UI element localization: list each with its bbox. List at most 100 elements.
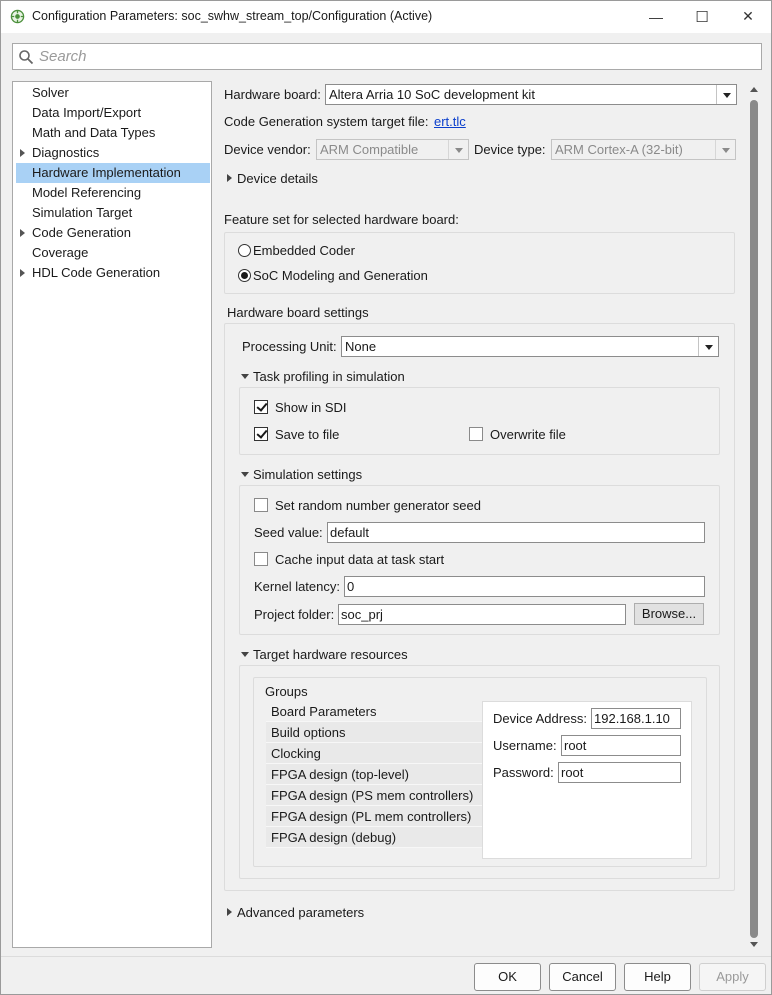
cancel-button[interactable]: Cancel <box>549 963 616 991</box>
username-field[interactable] <box>561 735 681 756</box>
task-profiling-title[interactable]: Task profiling in simulation <box>253 369 405 385</box>
random-seed-label[interactable]: Set random number generator seed <box>275 498 481 514</box>
simulation-settings-collapse-icon[interactable] <box>241 472 249 477</box>
device-details-expand-icon[interactable] <box>227 174 232 182</box>
overwrite-file-checkbox[interactable] <box>469 427 483 441</box>
window-title: Configuration Parameters: soc_swhw_strea… <box>32 9 433 23</box>
hardware-board-dropdown[interactable]: Altera Arria 10 SoC development kit <box>325 84 737 105</box>
chevron-down-icon[interactable] <box>715 140 735 159</box>
password-input[interactable] <box>561 764 676 781</box>
maximize-button[interactable]: ☐ <box>679 1 725 32</box>
feature-set-group <box>224 232 735 294</box>
search-input[interactable] <box>39 45 754 68</box>
cache-input-checkbox[interactable] <box>254 552 268 566</box>
expand-arrow-icon[interactable] <box>20 269 25 277</box>
maximize-icon: ☐ <box>695 8 709 26</box>
group-item-board-parameters[interactable]: Board Parameters <box>266 701 482 722</box>
chevron-down-icon[interactable] <box>448 140 468 159</box>
footer-separator <box>1 956 771 957</box>
apply-button[interactable]: Apply <box>699 963 766 991</box>
chevron-down-icon[interactable] <box>698 337 718 356</box>
tree-item-label: Model Referencing <box>32 185 142 200</box>
search-icon <box>19 50 34 65</box>
processing-unit-value: None <box>345 339 377 354</box>
device-vendor-label: Device vendor: <box>224 142 311 157</box>
tree-item-model-referencing[interactable]: Model Referencing <box>16 183 210 203</box>
simulation-settings-title[interactable]: Simulation settings <box>253 467 362 483</box>
seed-value-field[interactable] <box>327 522 705 543</box>
target-resources-title[interactable]: Target hardware resources <box>253 647 408 663</box>
task-profiling-collapse-icon[interactable] <box>241 374 249 379</box>
group-item-clocking[interactable]: Clocking <box>266 743 482 764</box>
show-in-sdi-label[interactable]: Show in SDI <box>275 400 347 416</box>
tree-item-math-and-data-types[interactable]: Math and Data Types <box>16 123 210 143</box>
scroll-down-icon[interactable] <box>750 942 758 947</box>
overwrite-file-label[interactable]: Overwrite file <box>490 427 566 443</box>
board-settings-title: Hardware board settings <box>227 305 369 320</box>
password-label: Password: <box>493 765 554 780</box>
tree-item-simulation-target[interactable]: Simulation Target <box>16 203 210 223</box>
tree-item-hardware-implementation[interactable]: Hardware Implementation <box>16 163 210 183</box>
tree-item-label: Diagnostics <box>32 145 100 160</box>
group-item-fpga-debug[interactable]: FPGA design (debug) <box>266 827 482 848</box>
password-field[interactable] <box>558 762 681 783</box>
chevron-down-icon[interactable] <box>716 85 736 104</box>
group-item-fpga-ps-mem[interactable]: FPGA design (PS mem controllers) <box>266 785 482 806</box>
expand-arrow-icon[interactable] <box>20 149 25 157</box>
help-button[interactable]: Help <box>624 963 691 991</box>
scroll-up-icon[interactable] <box>750 87 758 92</box>
expand-arrow-icon[interactable] <box>20 229 25 237</box>
device-details-toggle[interactable]: Device details <box>237 171 318 187</box>
show-in-sdi-checkbox[interactable] <box>254 400 268 414</box>
project-folder-input[interactable] <box>341 606 621 623</box>
embedded-coder-radio[interactable] <box>238 244 251 257</box>
group-item-build-options[interactable]: Build options <box>266 722 482 743</box>
tree-item-solver[interactable]: Solver <box>16 83 210 103</box>
target-resources-collapse-icon[interactable] <box>241 652 249 657</box>
soc-modeling-label[interactable]: SoC Modeling and Generation <box>253 268 428 284</box>
random-seed-checkbox[interactable] <box>254 498 268 512</box>
device-type-label: Device type: <box>474 142 546 157</box>
tree-item-data-import-export[interactable]: Data Import/Export <box>16 103 210 123</box>
cache-input-label[interactable]: Cache input data at task start <box>275 552 444 568</box>
group-item-fpga-top-level[interactable]: FPGA design (top-level) <box>266 764 482 785</box>
device-vendor-dropdown[interactable]: ARM Compatible <box>316 139 469 160</box>
kernel-latency-label: Kernel latency: <box>254 579 340 594</box>
tree-item-code-generation[interactable]: Code Generation <box>16 223 210 243</box>
browse-button[interactable]: Browse... <box>634 603 704 625</box>
search-box[interactable] <box>12 43 762 70</box>
tree-item-coverage[interactable]: Coverage <box>16 243 210 263</box>
tree-item-hdl-code-generation[interactable]: HDL Code Generation <box>16 263 210 283</box>
processing-unit-dropdown[interactable]: None <box>341 336 719 357</box>
vertical-scrollbar[interactable] <box>748 83 760 949</box>
embedded-coder-label[interactable]: Embedded Coder <box>253 243 355 259</box>
title-bar[interactable]: Configuration Parameters: soc_swhw_strea… <box>1 1 771 33</box>
kernel-latency-field[interactable] <box>344 576 705 597</box>
device-address-input[interactable] <box>594 710 676 727</box>
configuration-parameters-window: Configuration Parameters: soc_swhw_strea… <box>0 0 772 995</box>
scroll-thumb[interactable] <box>750 100 758 938</box>
advanced-parameters-expand-icon[interactable] <box>227 908 232 916</box>
save-to-file-checkbox[interactable] <box>254 427 268 441</box>
save-to-file-label[interactable]: Save to file <box>275 427 339 443</box>
username-input[interactable] <box>564 737 676 754</box>
processing-unit-label: Processing Unit: <box>242 339 337 354</box>
minimize-button[interactable]: — <box>633 1 679 32</box>
close-button[interactable]: ✕ <box>725 1 771 32</box>
group-item-fpga-pl-mem[interactable]: FPGA design (PL mem controllers) <box>266 806 482 827</box>
groups-label: Groups <box>265 684 308 699</box>
advanced-parameters-toggle[interactable]: Advanced parameters <box>237 905 364 921</box>
hardware-board-label: Hardware board: <box>224 87 321 102</box>
ok-button[interactable]: OK <box>474 963 541 991</box>
device-type-dropdown[interactable]: ARM Cortex-A (32-bit) <box>551 139 736 160</box>
soc-modeling-radio[interactable] <box>238 269 251 282</box>
project-folder-field[interactable] <box>338 604 626 625</box>
target-file-link[interactable]: ert.tlc <box>434 114 466 130</box>
category-tree: Solver Data Import/Export Math and Data … <box>12 81 212 948</box>
device-address-field[interactable] <box>591 708 681 729</box>
kernel-latency-input[interactable] <box>347 578 700 595</box>
tree-item-diagnostics[interactable]: Diagnostics <box>16 143 210 163</box>
seed-value-input[interactable] <box>330 524 700 541</box>
tree-item-label: HDL Code Generation <box>32 265 161 280</box>
close-icon: ✕ <box>742 8 754 24</box>
